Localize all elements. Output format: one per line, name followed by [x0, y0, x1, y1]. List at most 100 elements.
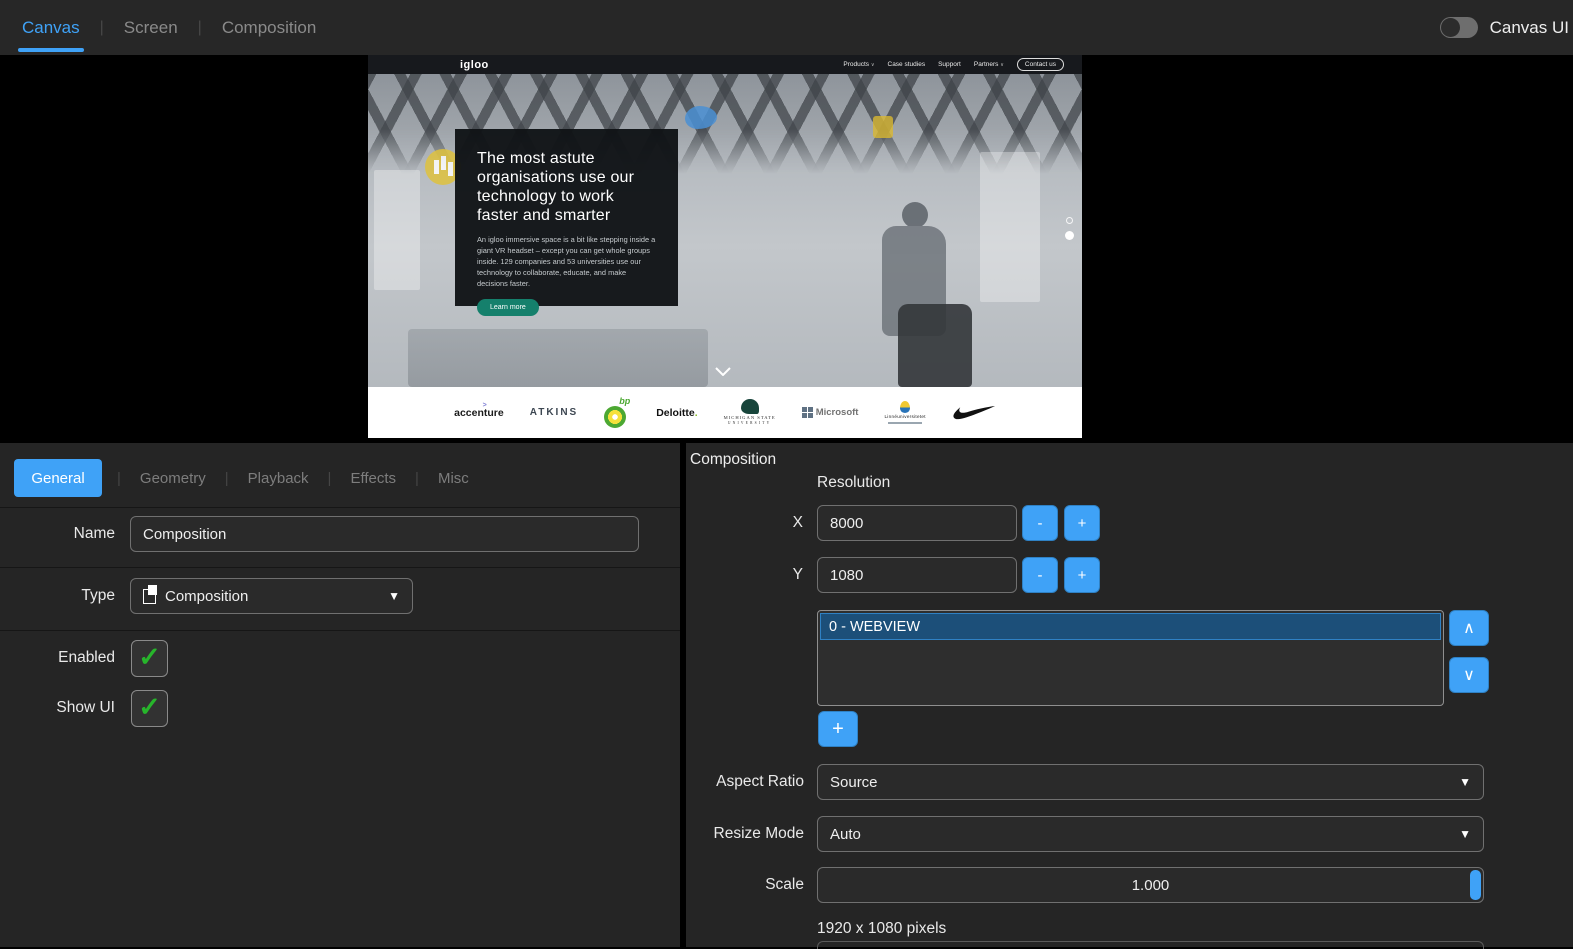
- nav-partners: Partners ∨: [974, 61, 1004, 68]
- learn-more-button: Learn more: [477, 299, 539, 316]
- yellow-graphic: [873, 116, 893, 138]
- y-decrement-button[interactable]: -: [1022, 557, 1058, 593]
- hero-image: The most astute organisations use our te…: [368, 74, 1082, 387]
- carousel-dot-inactive: [1066, 217, 1073, 224]
- tab-playback[interactable]: Playback: [244, 470, 313, 487]
- tab-effects[interactable]: Effects: [346, 470, 400, 487]
- spartan-helmet-icon: [741, 399, 759, 414]
- aspect-ratio-value: Source: [830, 774, 878, 791]
- composition-settings-panel: Composition Resolution X - + Y - + 0 - W…: [686, 443, 1573, 947]
- nav-products: Products ∨: [843, 61, 874, 68]
- scale-value: 1.000: [1132, 877, 1170, 894]
- accenture-mark: >: [483, 402, 487, 409]
- move-layer-down-button[interactable]: ∨: [1449, 657, 1489, 693]
- client-logos-bar: > accenture ATKINS bp Deloitte. MICHIGAN…: [368, 387, 1082, 438]
- site-nav-bar: igloo Products ∨ Case studies Support Pa…: [368, 55, 1082, 74]
- type-label: Type: [0, 587, 115, 605]
- check-icon: ✓: [138, 644, 161, 671]
- nav-contact-us: Contact us: [1017, 58, 1064, 71]
- scroll-down-chevron-icon: [715, 367, 731, 376]
- layer-list[interactable]: 0 - WEBVIEW: [817, 610, 1444, 706]
- x-label: X: [686, 514, 803, 532]
- aspect-ratio-dropdown[interactable]: Source ▼: [817, 764, 1484, 800]
- tab-misc[interactable]: Misc: [434, 470, 473, 487]
- tab-separator: |: [100, 19, 104, 37]
- hero-card: The most astute organisations use our te…: [455, 129, 678, 306]
- hero-paragraph: An igloo immersive space is a bit like s…: [477, 234, 657, 289]
- scale-slider-handle[interactable]: [1470, 870, 1481, 900]
- resolution-label: Resolution: [817, 474, 890, 492]
- property-tab-bar: General | Geometry | Playback | Effects …: [14, 459, 473, 497]
- show-ui-label: Show UI: [0, 699, 115, 717]
- move-layer-up-button[interactable]: ∧: [1449, 610, 1489, 646]
- dropdown-arrow-icon: ▼: [388, 589, 400, 603]
- enabled-label: Enabled: [0, 649, 115, 667]
- igloo-logo: igloo: [460, 59, 489, 71]
- top-tab-bar: Canvas | Screen | Composition: [16, 0, 322, 55]
- next-control-partial: [817, 941, 1484, 949]
- desk-silhouette: [408, 329, 708, 387]
- y-increment-button[interactable]: +: [1064, 557, 1100, 593]
- composition-properties-panel: General | Geometry | Playback | Effects …: [0, 443, 680, 947]
- tab-general[interactable]: General: [14, 459, 102, 497]
- enabled-checkbox[interactable]: ✓: [131, 640, 168, 677]
- bp-sunflower-icon: [604, 406, 626, 428]
- projected-panel: [374, 170, 420, 290]
- type-value: Composition: [165, 588, 248, 605]
- linne-emblem-icon: [900, 401, 910, 413]
- atkins-logo: ATKINS: [530, 407, 578, 418]
- top-bar: Canvas | Screen | Composition Canvas UI: [0, 0, 1573, 55]
- chevron-down-icon: ∨: [871, 62, 875, 68]
- bp-logo: bp: [604, 396, 630, 430]
- resize-mode-dropdown[interactable]: Auto ▼: [817, 816, 1484, 852]
- x-increment-button[interactable]: +: [1064, 505, 1100, 541]
- microsoft-squares-icon: [802, 407, 813, 418]
- tab-composition[interactable]: Composition: [216, 0, 323, 55]
- scale-slider[interactable]: 1.000: [817, 867, 1484, 903]
- tab-separator: |: [117, 470, 121, 487]
- carousel-dot-active: [1065, 231, 1074, 240]
- canvas-ui-toggle-label: Canvas UI: [1490, 18, 1569, 38]
- add-layer-button[interactable]: +: [818, 711, 858, 747]
- tab-screen[interactable]: Screen: [118, 0, 184, 55]
- resize-mode-value: Auto: [830, 826, 861, 843]
- tab-canvas[interactable]: Canvas: [16, 0, 86, 55]
- check-icon: ✓: [138, 694, 161, 721]
- type-dropdown[interactable]: Composition ▼: [130, 578, 413, 614]
- tab-separator: |: [198, 19, 202, 37]
- composition-type-icon: [143, 589, 156, 604]
- michigan-state-logo: MICHIGAN STATE UNIVERSITY: [724, 399, 776, 426]
- chair-silhouette: [898, 304, 972, 387]
- tab-separator: |: [415, 470, 419, 487]
- accenture-logo: > accenture: [454, 407, 504, 419]
- webview-preview: igloo Products ∨ Case studies Support Pa…: [368, 55, 1082, 438]
- aspect-ratio-label: Aspect Ratio: [686, 773, 804, 791]
- projected-panel: [980, 152, 1040, 302]
- dropdown-arrow-icon: ▼: [1459, 775, 1471, 789]
- show-ui-checkbox[interactable]: ✓: [131, 690, 168, 727]
- resolution-x-input[interactable]: [817, 505, 1017, 541]
- x-decrement-button[interactable]: -: [1022, 505, 1058, 541]
- resize-mode-label: Resize Mode: [686, 825, 804, 843]
- tab-separator: |: [328, 470, 332, 487]
- layer-row-webview[interactable]: 0 - WEBVIEW: [820, 613, 1441, 640]
- nav-support: Support: [938, 61, 961, 68]
- resolution-y-input[interactable]: [817, 557, 1017, 593]
- toggle-knob: [1441, 18, 1460, 37]
- canvas-preview: igloo Products ∨ Case studies Support Pa…: [0, 55, 1573, 438]
- y-label: Y: [686, 566, 803, 584]
- name-label: Name: [0, 525, 115, 543]
- nike-swoosh-icon: [952, 405, 996, 421]
- microsoft-logo: Microsoft: [802, 407, 859, 418]
- dropdown-arrow-icon: ▼: [1459, 827, 1471, 841]
- linne-university-logo: Linnéuniversitetet: [884, 401, 925, 423]
- nav-case-studies: Case studies: [888, 61, 926, 68]
- panel-title: Composition: [690, 451, 776, 469]
- canvas-ui-toggle[interactable]: [1440, 17, 1478, 38]
- tab-geometry[interactable]: Geometry: [136, 470, 210, 487]
- output-pixels-text: 1920 x 1080 pixels: [817, 920, 946, 938]
- scale-label: Scale: [686, 876, 804, 894]
- tab-separator: |: [225, 470, 229, 487]
- hero-heading: The most astute organisations use our te…: [477, 149, 658, 225]
- name-input[interactable]: [130, 516, 639, 552]
